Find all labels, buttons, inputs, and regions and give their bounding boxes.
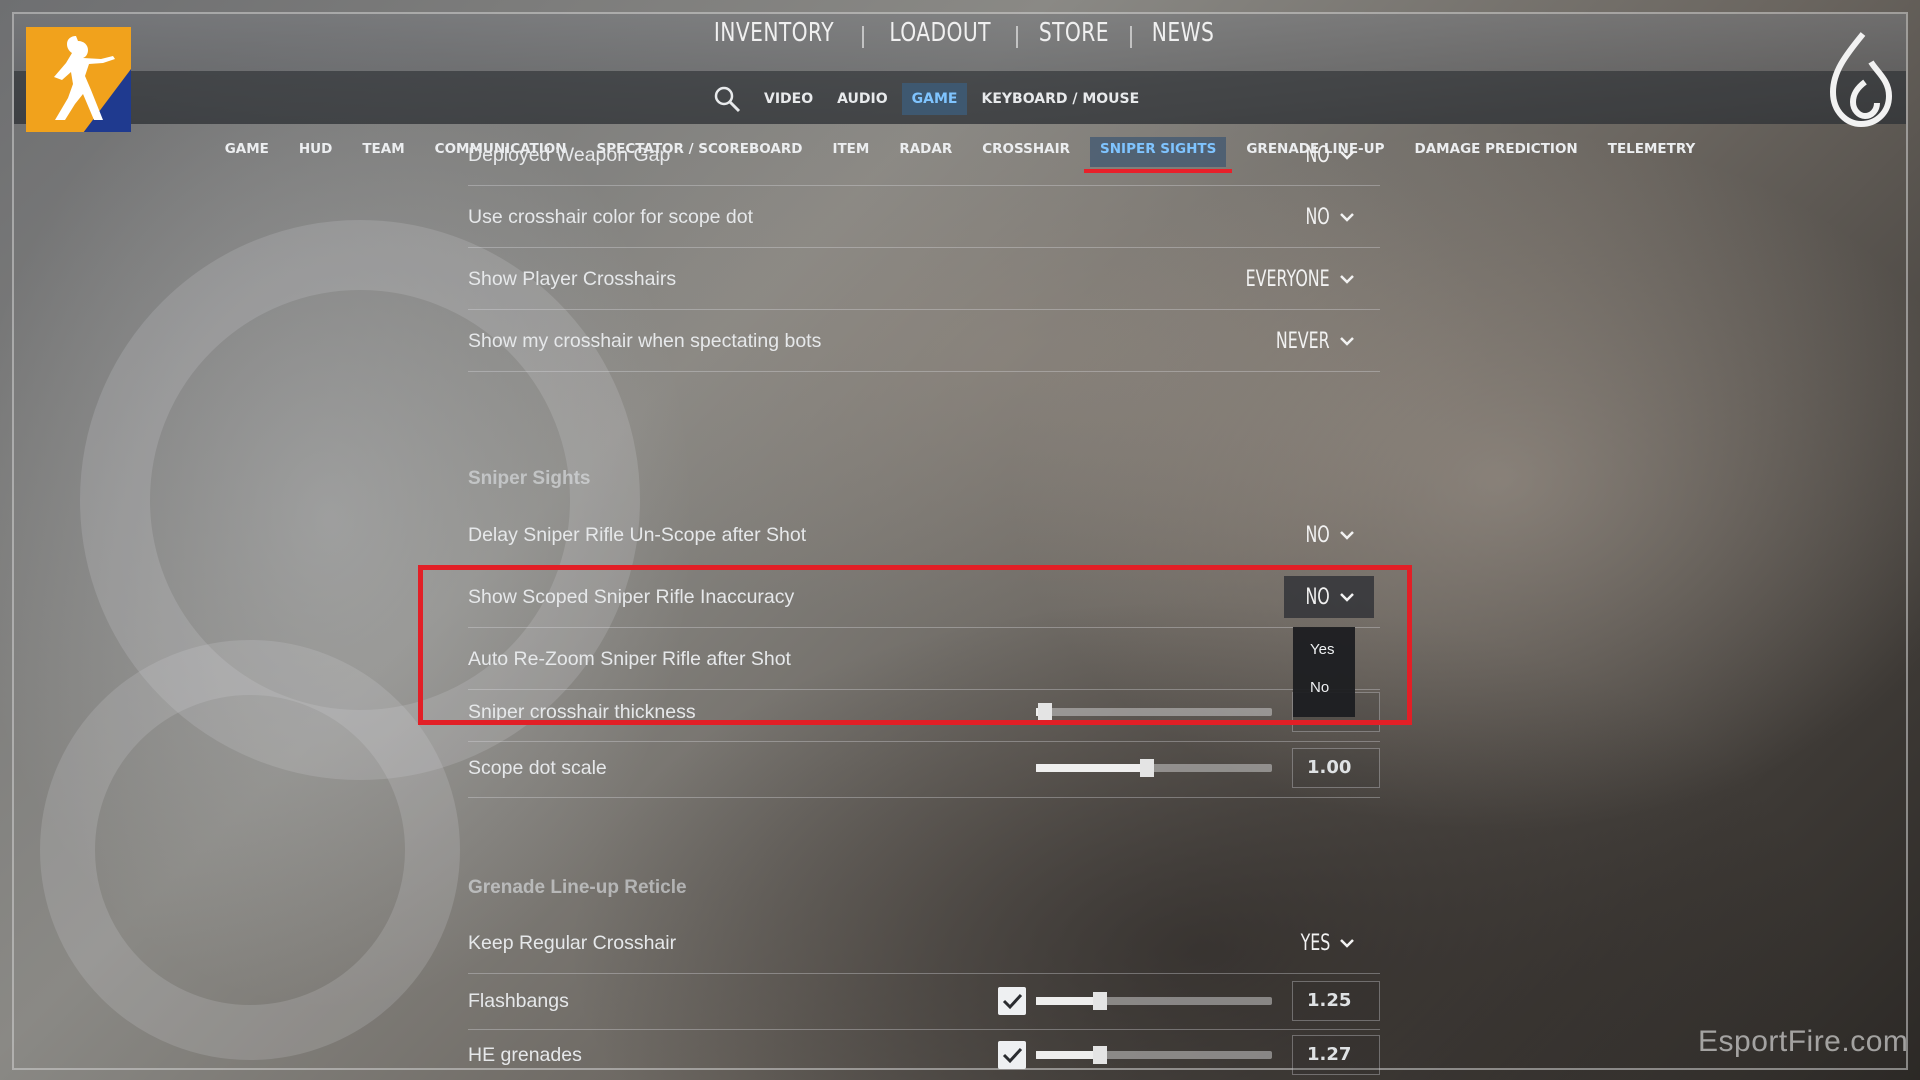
nav-news[interactable]: NEWS [1150,18,1216,48]
slider-fill [1036,997,1100,1005]
nav-separator [1130,25,1133,48]
tab-video[interactable]: VIDEO [754,83,823,115]
chevron-down-icon [1340,151,1354,160]
category-team[interactable]: TEAM [352,137,414,167]
category-damage-prediction[interactable]: DAMAGE PREDICTION [1405,137,1588,167]
setting-dropdown[interactable]: NEVER [1243,320,1362,362]
dropdown-value: NO [1305,522,1330,548]
section-title-sniper-sights: Sniper Sights [468,468,591,489]
dropdown-value: YES [1300,930,1330,956]
slider-value-input[interactable]: 1.27 [1292,1035,1380,1075]
chevron-down-icon [1340,275,1354,284]
dropdown-value: EVERYONE [1246,266,1330,292]
setting-label: Flashbangs [468,990,569,1012]
tab-audio[interactable]: AUDIO [827,83,898,115]
nav-separator [861,25,864,48]
chevron-down-icon [1340,531,1354,540]
category-hud[interactable]: HUD [289,137,342,167]
search-icon[interactable] [712,84,742,114]
slider-track[interactable] [1036,992,1272,1010]
slider-track[interactable] [1036,1046,1272,1064]
setting-row-crosshair-spectating-bots: Show my crosshair when spectating bots N… [468,310,1380,372]
nav-store[interactable]: STORE [1038,18,1111,48]
setting-dropdown[interactable]: YES [1277,922,1362,964]
dropdown-value: NO [1305,204,1330,230]
highlight-box [418,565,1412,725]
nav-separator [1016,25,1019,48]
settings-sub-nav: VIDEO AUDIO GAME KEYBOARD / MOUSE [712,83,1153,115]
setting-label: HE grenades [468,1044,582,1066]
setting-row-delay-unscope: Delay Sniper Rifle Un-Scope after Shot N… [468,504,1380,566]
setting-label: Deployed Weapon Gap [468,144,671,166]
setting-row-flashbangs: Flashbangs 1.25 [468,974,1380,1030]
category-telemetry[interactable]: TELEMETRY [1598,137,1706,167]
top-nav: INVENTORY LOADOUT STORE NEWS [0,18,1920,48]
setting-label: Show Player Crosshairs [468,268,677,290]
slider-thumb[interactable] [1139,759,1154,777]
dropdown-value: NO [1305,142,1330,168]
setting-row-show-player-crosshairs: Show Player Crosshairs EVERYONE [468,248,1380,310]
dropdown-value: NEVER [1276,328,1330,354]
dropdown-option-no[interactable]: No [1293,669,1355,707]
background-swirl [40,640,460,1060]
slider-fill [1036,764,1147,772]
slider-value-input[interactable]: 1.25 [1292,981,1380,1021]
setting-label: Delay Sniper Rifle Un-Scope after Shot [468,524,807,546]
setting-row-keep-regular-crosshair: Keep Regular Crosshair YES [468,912,1380,974]
chevron-down-icon [1340,337,1354,346]
setting-dropdown[interactable]: EVERYONE [1201,258,1362,300]
chevron-down-icon [1340,213,1354,222]
setting-label: Show my crosshair when spectating bots [468,330,822,352]
setting-label: Keep Regular Crosshair [468,932,677,954]
setting-dropdown[interactable]: NO [1284,134,1362,176]
setting-dropdown[interactable]: NO [1284,196,1362,238]
section-title-grenade-line-up: Grenade Line-up Reticle [468,877,687,898]
slider-fill [1036,1051,1100,1059]
setting-label: Use crosshair color for scope dot [468,206,754,228]
check-icon [1002,993,1023,1010]
slider-value-input[interactable]: 1.00 [1292,748,1380,788]
slider-thumb[interactable] [1092,992,1107,1010]
setting-row-scope-dot-scale: Scope dot scale 1.00 [468,742,1380,798]
checkbox[interactable] [998,987,1026,1015]
watermark: EsportFire.com [1698,1025,1909,1058]
checkbox[interactable] [998,1041,1026,1069]
tab-game[interactable]: GAME [901,83,968,115]
dropdown-popup: Yes No [1293,627,1355,717]
slider-track[interactable] [1036,759,1272,777]
setting-dropdown[interactable]: NO [1284,514,1362,556]
dropdown-option-yes[interactable]: Yes [1293,631,1355,669]
nav-loadout[interactable]: LOADOUT [888,18,993,48]
slider-thumb[interactable] [1092,1046,1107,1064]
setting-label: Scope dot scale [468,757,607,779]
category-game[interactable]: GAME [215,137,279,167]
setting-row-crosshair-color-scope-dot: Use crosshair color for scope dot NO [468,186,1380,248]
setting-row-deployed-weapon-gap: Deployed Weapon Gap NO [468,124,1380,186]
nav-inventory[interactable]: INVENTORY [712,18,835,48]
tab-keyboard-mouse[interactable]: KEYBOARD / MOUSE [971,83,1149,115]
check-icon [1002,1047,1023,1064]
chevron-down-icon [1340,939,1354,948]
setting-row-he-grenades: HE grenades 1.27 [468,1030,1380,1080]
